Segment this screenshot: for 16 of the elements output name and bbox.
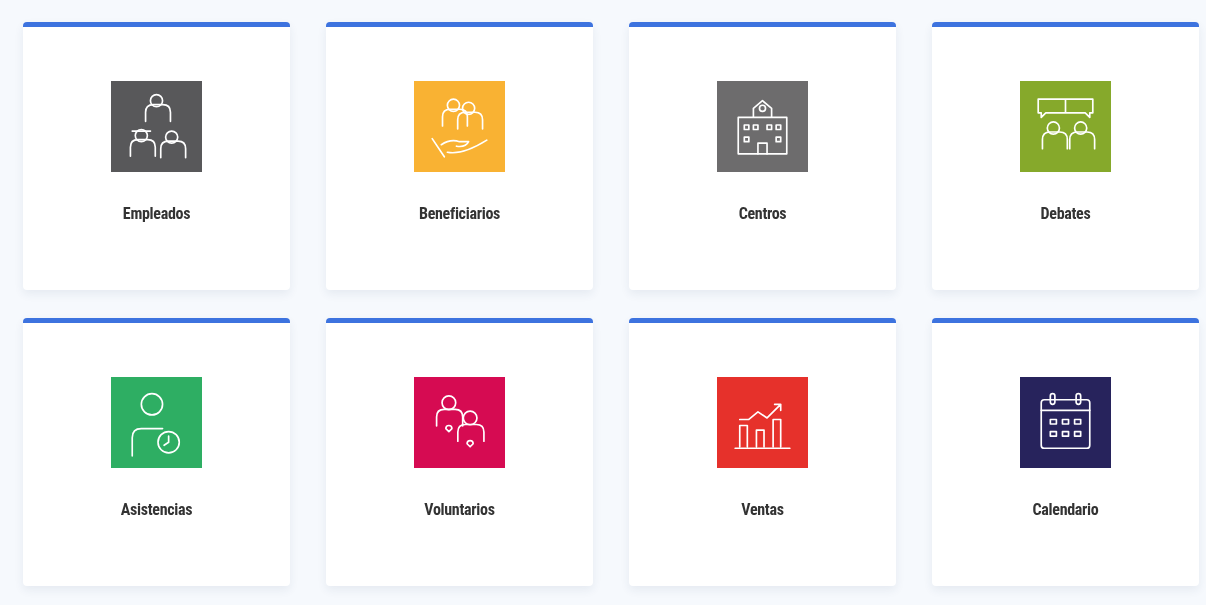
card-label: Beneficiarios bbox=[419, 204, 500, 223]
module-card[interactable]: Debates bbox=[932, 22, 1199, 290]
card-label: Ventas bbox=[741, 500, 784, 519]
module-card[interactable]: Centros bbox=[629, 22, 896, 290]
module-card[interactable]: Ventas bbox=[629, 318, 896, 586]
card-label: Debates bbox=[1040, 204, 1091, 223]
module-card[interactable]: Asistencias bbox=[23, 318, 290, 586]
module-card[interactable]: Calendario bbox=[932, 318, 1199, 586]
module-card[interactable]: Voluntarios bbox=[326, 318, 593, 586]
card-label: Asistencias bbox=[120, 500, 193, 519]
card-label: Calendario bbox=[1032, 500, 1099, 519]
module-card[interactable]: Empleados bbox=[23, 22, 290, 290]
card-label: Empleados bbox=[122, 204, 191, 223]
card-label: Centros bbox=[738, 204, 787, 223]
module-card[interactable]: Beneficiarios bbox=[326, 22, 593, 290]
card-label: Voluntarios bbox=[424, 500, 495, 519]
